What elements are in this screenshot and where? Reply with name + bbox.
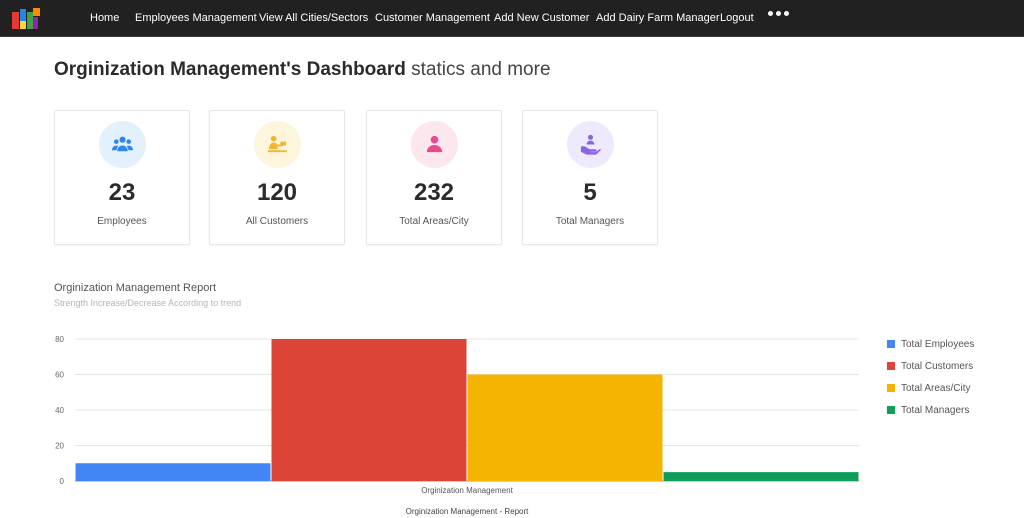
y-tick-label: 40	[55, 406, 64, 415]
report-bar-chart: 0 20 40 60 80 Orginization Management Orginiza…	[55, 335, 859, 516]
legend-swatch	[887, 384, 895, 392]
y-tick-label: 0	[60, 477, 65, 486]
legend-label: Total Customers	[901, 361, 974, 372]
bar-total-employees	[75, 463, 271, 481]
legend-swatch	[887, 406, 895, 414]
legend-item[interactable]: Total Customers	[887, 361, 973, 372]
legend-item[interactable]: Total Areas/City	[887, 383, 970, 394]
x-axis-label: Orginization Management - Report	[406, 507, 530, 516]
legend-item[interactable]: Total Employees	[887, 339, 974, 350]
bar-total-areas-city	[467, 374, 663, 481]
legend-label: Total Areas/City	[901, 383, 971, 394]
legend-item[interactable]: Total Managers	[887, 405, 969, 416]
bar-total-customers	[271, 339, 467, 481]
legend-label: Total Managers	[901, 405, 970, 416]
legend-swatch	[887, 362, 895, 370]
bar-total-managers	[663, 472, 859, 481]
legend-swatch	[887, 340, 895, 348]
y-tick-label: 80	[55, 335, 64, 344]
legend-label: Total Employees	[901, 339, 975, 350]
x-category-label: Orginization Management	[421, 486, 513, 495]
y-tick-label: 20	[55, 442, 64, 451]
y-tick-label: 60	[55, 371, 64, 380]
